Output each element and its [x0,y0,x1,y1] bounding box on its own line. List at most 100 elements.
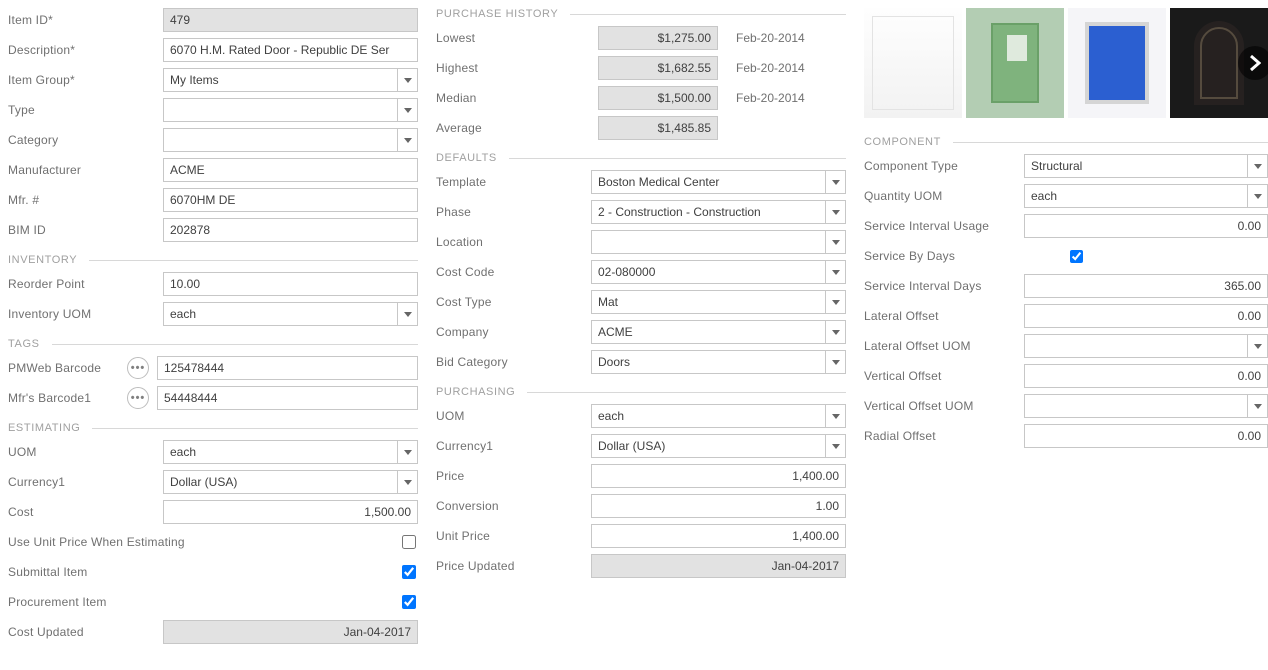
conversion-input[interactable] [591,494,846,518]
submittal-item-checkbox[interactable] [402,565,416,579]
cost-code-select[interactable]: 02-080000 [591,260,846,284]
label-service-interval-days: Service Interval Days [864,279,1024,293]
item-id-field: 479 [163,8,418,32]
label-use-unit-price: Use Unit Price When Estimating [8,535,213,549]
price-input[interactable] [591,464,846,488]
label-template: Template [436,175,591,189]
label-description: Description* [8,43,163,57]
label-lateral-offset-uom: Lateral Offset UOM [864,339,1024,353]
label-phase: Phase [436,205,591,219]
template-select[interactable]: Boston Medical Center [591,170,846,194]
lowest-value: $1,275.00 [598,26,718,50]
section-component: COMPONENT [864,136,1268,148]
quantity-uom-select[interactable]: each [1024,184,1268,208]
label-pmweb-barcode: PMWeb Barcode [8,361,133,375]
cost-type-select[interactable]: Mat [591,290,846,314]
use-unit-price-checkbox[interactable] [402,535,416,549]
label-company: Company [436,325,591,339]
item-group-select[interactable]: My Items [163,68,418,92]
label-conversion: Conversion [436,499,591,513]
thumbnail-image[interactable] [1068,8,1166,118]
label-item-id: Item ID* [8,13,163,27]
thumbnail-image[interactable] [966,8,1064,118]
bim-id-input[interactable] [163,218,418,242]
label-vertical-offset: Vertical Offset [864,369,1024,383]
mfr-no-input[interactable] [163,188,418,212]
label-unit-price: Unit Price [436,529,591,543]
chevron-down-icon [825,291,845,313]
label-bid-category: Bid Category [436,355,591,369]
section-purchase-history: PURCHASE HISTORY [436,8,846,20]
location-select[interactable] [591,230,846,254]
vertical-offset-uom-select[interactable] [1024,394,1268,418]
label-cost: Cost [8,505,163,519]
component-type-select[interactable]: Structural [1024,154,1268,178]
bid-category-select[interactable]: Doors [591,350,846,374]
est-uom-select[interactable]: each [163,440,418,464]
est-currency-select[interactable]: Dollar (USA) [163,470,418,494]
chevron-down-icon [1247,155,1267,177]
mfr-barcode1-more-button[interactable]: ••• [127,387,149,409]
pmweb-barcode-more-button[interactable]: ••• [127,357,149,379]
label-cost-code: Cost Code [436,265,591,279]
mfr-barcode1-input[interactable] [157,386,418,410]
label-cost-updated: Cost Updated [8,625,163,639]
lowest-date: Feb-20-2014 [736,31,805,45]
service-interval-usage-input[interactable] [1024,214,1268,238]
label-category: Category [8,133,163,147]
label-service-interval-usage: Service Interval Usage [864,219,1024,233]
chevron-down-icon [1247,185,1267,207]
company-select[interactable]: ACME [591,320,846,344]
manufacturer-input[interactable] [163,158,418,182]
label-highest: Highest [436,61,591,75]
chevron-down-icon [825,321,845,343]
radial-offset-input[interactable] [1024,424,1268,448]
label-median: Median [436,91,591,105]
label-inventory-uom: Inventory UOM [8,307,163,321]
carousel-next-button[interactable] [1238,46,1268,80]
highest-value: $1,682.55 [598,56,718,80]
unit-price-input[interactable] [591,524,846,548]
service-by-days-checkbox[interactable] [1070,250,1083,263]
purch-uom-select[interactable]: each [591,404,846,428]
section-inventory: INVENTORY [8,254,418,266]
label-submittal-item: Submittal Item [8,565,213,579]
lateral-offset-input[interactable] [1024,304,1268,328]
chevron-down-icon [1247,395,1267,417]
cost-updated-field: Jan-04-2017 [163,620,418,644]
label-mfr-no: Mfr. # [8,193,163,207]
thumbnail-image[interactable] [864,8,962,118]
description-input[interactable] [163,38,418,62]
inventory-uom-select[interactable]: each [163,302,418,326]
median-date: Feb-20-2014 [736,91,805,105]
chevron-down-icon [397,129,417,151]
chevron-down-icon [825,405,845,427]
type-select[interactable] [163,98,418,122]
average-value: $1,485.85 [598,116,718,140]
phase-select[interactable]: 2 - Construction - Construction [591,200,846,224]
col-component: COMPONENT Component Type Structural Quan… [864,8,1268,650]
category-select[interactable] [163,128,418,152]
chevron-down-icon [397,471,417,493]
purch-currency-select[interactable]: Dollar (USA) [591,434,846,458]
lateral-offset-uom-select[interactable] [1024,334,1268,358]
procurement-item-checkbox[interactable] [402,595,416,609]
image-carousel[interactable] [864,8,1268,118]
chevron-down-icon [1247,335,1267,357]
chevron-down-icon [825,261,845,283]
section-tags: TAGS [8,338,418,350]
chevron-down-icon [397,99,417,121]
label-type: Type [8,103,163,117]
price-updated-field: Jan-04-2017 [591,554,846,578]
service-interval-days-input[interactable] [1024,274,1268,298]
label-lowest: Lowest [436,31,591,45]
label-average: Average [436,121,591,135]
label-location: Location [436,235,591,249]
median-value: $1,500.00 [598,86,718,110]
label-vertical-offset-uom: Vertical Offset UOM [864,399,1024,413]
label-radial-offset: Radial Offset [864,429,1024,443]
vertical-offset-input[interactable] [1024,364,1268,388]
pmweb-barcode-input[interactable] [157,356,418,380]
reorder-point-input[interactable] [163,272,418,296]
cost-input[interactable] [163,500,418,524]
